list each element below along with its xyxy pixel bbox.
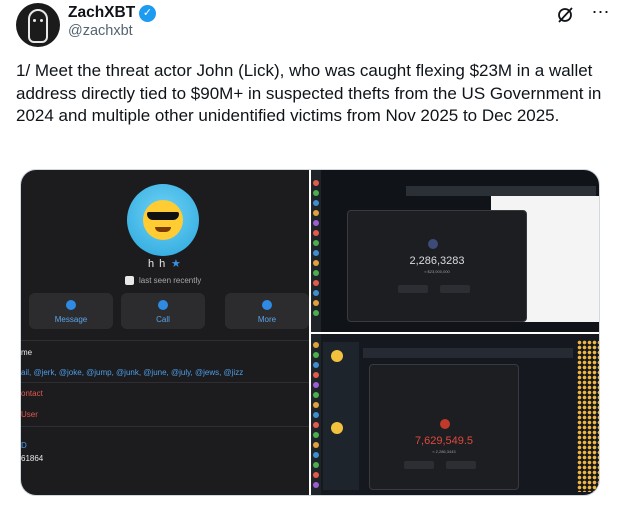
receive-button[interactable] <box>446 461 476 469</box>
app-sidebar <box>311 170 321 332</box>
wallet-window: 7,629,549.5 ≈ 2,286,3443 <box>369 364 519 490</box>
more-dots-icon <box>262 300 272 310</box>
author-avatar[interactable] <box>16 3 60 47</box>
user-row[interactable]: User <box>21 410 38 419</box>
last-seen-text: last seen recently <box>139 276 202 285</box>
browser-tab-bar <box>363 348 573 358</box>
browser-tab-bar <box>406 186 596 196</box>
info-row: me <box>21 348 33 357</box>
grok-icon[interactable] <box>556 6 574 24</box>
wallet-screenshot-top[interactable]: 2,286,3283 ≈ $23,000,000 <box>311 170 599 332</box>
wallet-subbalance: ≈ $23,000,000 <box>424 269 450 274</box>
status-icon <box>125 276 134 285</box>
contact-row[interactable]: ontact <box>21 389 43 398</box>
token-icon <box>428 239 438 249</box>
id-value: 61864 <box>21 454 44 463</box>
wallet-window: 2,286,3283 ≈ $23,000,000 <box>347 210 527 322</box>
ghost-avatar-icon <box>28 9 48 43</box>
author-handle[interactable]: @zachxbt <box>68 23 133 39</box>
id-label: D <box>21 441 27 450</box>
emoji-panel <box>577 340 599 492</box>
telegram-profile-screenshot[interactable]: h h ★ last seen recently Message Call Mo… <box>21 170 309 495</box>
author-name[interactable]: ZachXBT <box>68 4 135 22</box>
more-icon[interactable]: ⋯ <box>589 2 613 26</box>
sunglasses-emoji-icon <box>143 200 183 240</box>
tweet-text: 1/ Meet the threat actor John (Lick), wh… <box>16 61 602 126</box>
tweet: ZachXBT ✓ @zachxbt ⋯ 1/ Meet the threat … <box>0 0 634 507</box>
wallet-subbalance: ≈ 2,286,3443 <box>432 449 456 454</box>
divider <box>21 340 309 341</box>
star-icon: ★ <box>171 258 181 270</box>
chat-list <box>323 342 359 490</box>
divider <box>21 382 309 383</box>
usernames-row[interactable]: ail, @jerk, @joke, @jump, @junk, @june, … <box>21 368 243 377</box>
message-button[interactable]: Message <box>29 293 113 329</box>
more-button[interactable]: More <box>225 293 309 329</box>
wallet-balance: 7,629,549.5 <box>414 435 474 447</box>
wallet-balance: 2,286,3283 <box>409 255 465 267</box>
wallet-screenshot-bottom[interactable]: 7,629,549.5 ≈ 2,286,3443 <box>311 334 599 495</box>
app-sidebar <box>311 334 321 495</box>
phone-icon <box>158 300 168 310</box>
token-icon <box>440 419 450 429</box>
message-icon <box>66 300 76 310</box>
media-grid[interactable]: h h ★ last seen recently Message Call Mo… <box>20 169 600 496</box>
verified-badge-icon[interactable]: ✓ <box>139 5 156 22</box>
receive-button[interactable] <box>440 285 470 293</box>
call-button[interactable]: Call <box>121 293 205 329</box>
profile-name: h h <box>148 258 167 270</box>
send-button[interactable] <box>398 285 428 293</box>
send-button[interactable] <box>404 461 434 469</box>
divider <box>21 426 309 427</box>
